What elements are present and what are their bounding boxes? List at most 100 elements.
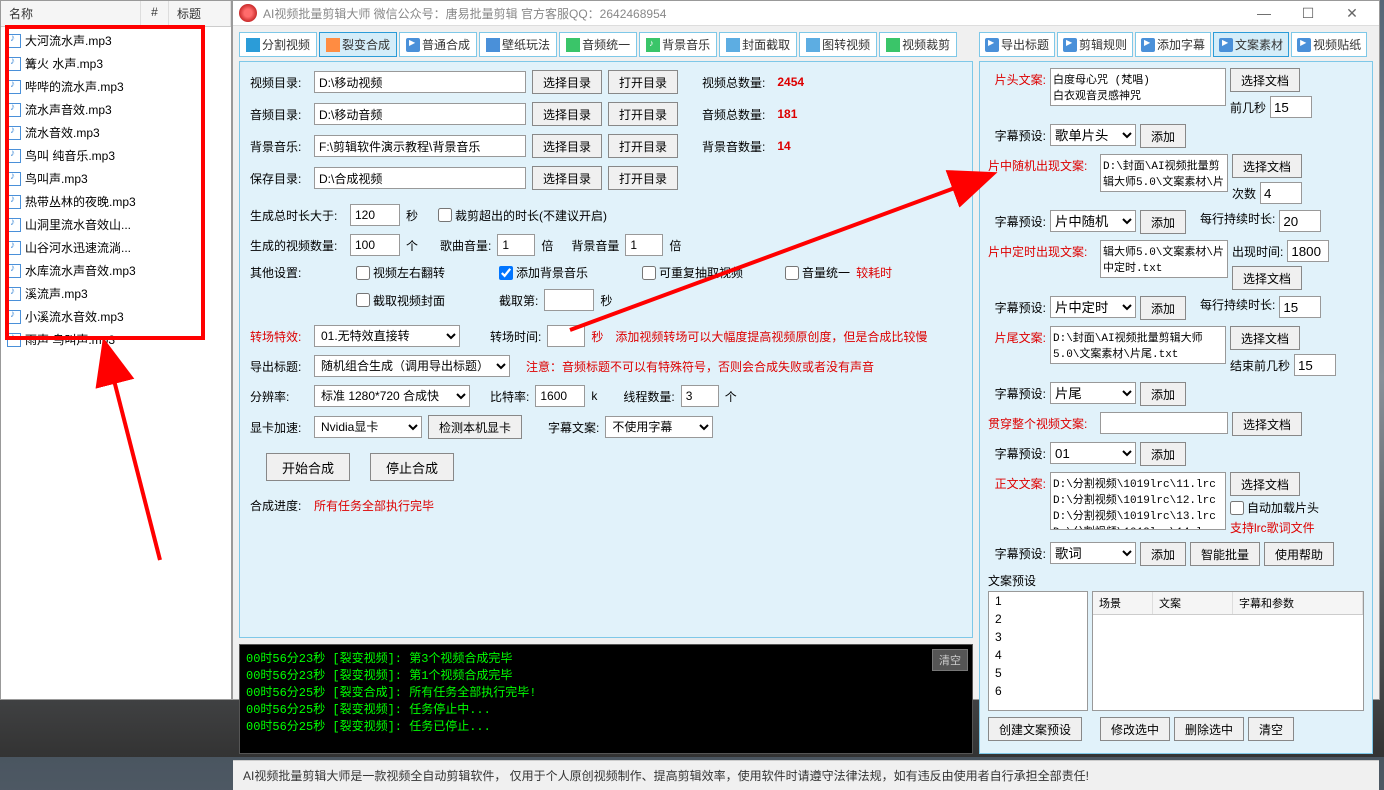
through-select-button[interactable]: 选择文档 xyxy=(1232,412,1302,436)
file-item[interactable]: 水库流水声音效.mp3 xyxy=(1,259,231,282)
per-dur2-input[interactable] xyxy=(1279,296,1321,318)
add-01-button[interactable]: 添加 xyxy=(1140,442,1186,466)
main-text[interactable] xyxy=(1050,472,1226,530)
save-open-dir-button[interactable]: 打开目录 xyxy=(608,166,678,190)
volnorm-checkbox[interactable]: 音量统一 xyxy=(785,264,850,281)
preset-item[interactable]: 6 xyxy=(989,682,1087,700)
file-item[interactable]: 溪流声.mp3 xyxy=(1,282,231,305)
bgm-open-dir-button[interactable]: 打开目录 xyxy=(608,134,678,158)
file-item[interactable]: 哔哔的流水声.mp3 xyxy=(1,75,231,98)
file-item[interactable]: 鸟叫 纯音乐.mp3 xyxy=(1,144,231,167)
mid-rand-text[interactable] xyxy=(1100,154,1228,192)
cover-frame-input[interactable] xyxy=(544,289,594,311)
file-item[interactable]: 大河流水声.mp3 xyxy=(1,29,231,52)
tab-裂变合成[interactable]: 裂变合成 xyxy=(319,32,397,57)
tab-普通合成[interactable]: 普通合成 xyxy=(399,32,477,57)
mid-fixed-text[interactable] xyxy=(1100,240,1228,278)
modify-sel-button[interactable]: 修改选中 xyxy=(1100,717,1170,741)
cover-checkbox[interactable]: 截取视频封面 xyxy=(356,292,445,309)
preset-item[interactable]: 3 xyxy=(989,628,1087,646)
file-item[interactable]: 山洞里流水音效山... xyxy=(1,213,231,236)
flip-lr-checkbox[interactable]: 视频左右翻转 xyxy=(356,264,445,281)
file-item[interactable]: 流水音效.mp3 xyxy=(1,121,231,144)
export-title-select[interactable]: 随机组合生成（调用导出标题） xyxy=(314,355,510,377)
gpu-select[interactable]: Nvidia显卡 xyxy=(314,416,422,438)
transition-select[interactable]: 01.无特效直接转 xyxy=(314,325,460,347)
thread-input[interactable] xyxy=(681,385,719,407)
transition-time-input[interactable] xyxy=(547,325,585,347)
bitrate-input[interactable] xyxy=(535,385,585,407)
bgm-dir-input[interactable] xyxy=(314,135,526,157)
file-item[interactable]: 小溪流水音效.mp3 xyxy=(1,305,231,328)
audio-open-dir-button[interactable]: 打开目录 xyxy=(608,102,678,126)
file-item[interactable]: 热带丛林的夜晚.mp3 xyxy=(1,190,231,213)
gen-count-input[interactable] xyxy=(350,234,400,256)
clear-log-button[interactable]: 清空 xyxy=(932,649,968,671)
mid-fixed-select-button[interactable]: 选择文档 xyxy=(1232,266,1302,290)
add-head-preset-button[interactable]: 添加 xyxy=(1140,124,1186,148)
preset-tail-select[interactable]: 片尾 xyxy=(1050,382,1136,404)
stop-compose-button[interactable]: 停止合成 xyxy=(370,453,454,481)
preset-item[interactable]: 2 xyxy=(989,610,1087,628)
times-input[interactable] xyxy=(1260,182,1302,204)
save-select-dir-button[interactable]: 选择目录 xyxy=(532,166,602,190)
add-tail-button[interactable]: 添加 xyxy=(1140,382,1186,406)
pre-sec-input[interactable] xyxy=(1270,96,1312,118)
col-title[interactable]: 标题 xyxy=(169,1,231,26)
detect-gpu-button[interactable]: 检测本机显卡 xyxy=(428,415,522,439)
delete-sel-button[interactable]: 删除选中 xyxy=(1174,717,1244,741)
save-dir-input[interactable] xyxy=(314,167,526,189)
file-item[interactable]: 雨声 鸟叫声.mp3 xyxy=(1,328,231,351)
file-item[interactable]: 流水声音效.mp3 xyxy=(1,98,231,121)
add-midfixed-button[interactable]: 添加 xyxy=(1140,296,1186,320)
song-vol-input[interactable] xyxy=(497,234,535,256)
create-preset-button[interactable]: 创建文案预设 xyxy=(988,717,1082,741)
head-text-area[interactable] xyxy=(1050,68,1226,106)
rtab-视频贴纸[interactable]: 视频贴纸 xyxy=(1291,32,1367,57)
rtab-剪辑规则[interactable]: 剪辑规则 xyxy=(1057,32,1133,57)
preset-item[interactable]: 1 xyxy=(989,592,1087,610)
col-hash[interactable]: # xyxy=(141,1,169,26)
audio-select-dir-button[interactable]: 选择目录 xyxy=(532,102,602,126)
tail-text[interactable] xyxy=(1050,326,1226,364)
through-text[interactable] xyxy=(1100,412,1228,434)
video-select-dir-button[interactable]: 选择目录 xyxy=(532,70,602,94)
tab-音频统一[interactable]: 音频统一 xyxy=(559,32,637,57)
add-bgm-checkbox[interactable]: 添加背景音乐 xyxy=(499,264,588,281)
bg-vol-input[interactable] xyxy=(625,234,663,256)
preset-midrand-select[interactable]: 片中随机 xyxy=(1050,210,1136,232)
video-dir-input[interactable] xyxy=(314,71,526,93)
tab-背景音乐[interactable]: 背景音乐 xyxy=(639,32,717,57)
per-dur-input[interactable] xyxy=(1279,210,1321,232)
auto-load-checkbox[interactable]: 自动加载片头 xyxy=(1230,499,1319,516)
mid-rand-select-button[interactable]: 选择文档 xyxy=(1232,154,1302,178)
gen-len-input[interactable] xyxy=(350,204,400,226)
cut-extra-checkbox[interactable]: 裁剪超出的时长(不建议开启) xyxy=(438,207,607,224)
repeat-checkbox[interactable]: 可重复抽取视频 xyxy=(642,264,743,281)
tab-封面截取[interactable]: 封面截取 xyxy=(719,32,797,57)
help-button[interactable]: 使用帮助 xyxy=(1264,542,1334,566)
rtab-添加字幕[interactable]: 添加字幕 xyxy=(1135,32,1211,57)
preset-lyric-select[interactable]: 歌词 xyxy=(1050,542,1136,564)
subtitle-select[interactable]: 不使用字幕 xyxy=(605,416,713,438)
preset-item[interactable]: 5 xyxy=(989,664,1087,682)
file-item[interactable]: 山谷河水迅速流淌... xyxy=(1,236,231,259)
tab-分割视频[interactable]: 分割视频 xyxy=(239,32,317,57)
tab-图转视频[interactable]: 图转视频 xyxy=(799,32,877,57)
appear-input[interactable] xyxy=(1287,240,1329,262)
tail-select-button[interactable]: 选择文档 xyxy=(1230,326,1300,350)
preset-item[interactable]: 4 xyxy=(989,646,1087,664)
tab-视频裁剪[interactable]: 视频裁剪 xyxy=(879,32,957,57)
main-select-button[interactable]: 选择文档 xyxy=(1230,472,1300,496)
bgm-select-dir-button[interactable]: 选择目录 xyxy=(532,134,602,158)
add-midrand-button[interactable]: 添加 xyxy=(1140,210,1186,234)
smart-batch-button[interactable]: 智能批量 xyxy=(1190,542,1260,566)
start-compose-button[interactable]: 开始合成 xyxy=(266,453,350,481)
preset-01-select[interactable]: 01 xyxy=(1050,442,1136,464)
audio-dir-input[interactable] xyxy=(314,103,526,125)
video-open-dir-button[interactable]: 打开目录 xyxy=(608,70,678,94)
preset-listbox[interactable]: 123456 xyxy=(988,591,1088,711)
preset-midfixed-select[interactable]: 片中定时 xyxy=(1050,296,1136,318)
preset-head-select[interactable]: 歌单片头 xyxy=(1050,124,1136,146)
col-name[interactable]: 名称 xyxy=(1,1,141,26)
